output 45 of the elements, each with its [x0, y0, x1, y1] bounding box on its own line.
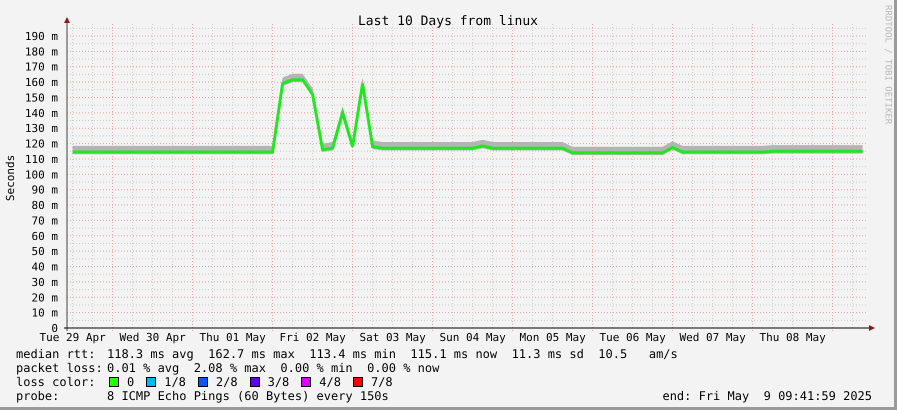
axis-title: Seconds [4, 154, 17, 202]
end-time: end: Fri May 9 09:41:59 2025 [662, 388, 872, 405]
legend-value: 7/8 [370, 374, 393, 391]
tick-label: 160 m [24, 76, 58, 90]
legend-value: 0 [127, 374, 134, 391]
tick-label: 20 m [32, 291, 58, 304]
tick-label: 40 m [32, 260, 58, 274]
tick-label: 140 m [24, 106, 58, 120]
legend-label: median rtt: [16, 346, 96, 362]
tick-label: Sat 03 May [359, 331, 426, 344]
tick-label: 10 m [32, 306, 58, 320]
legend-value: 3/8 [268, 374, 290, 390]
legend-value: 4/8 [319, 374, 341, 391]
tick-label: 130 m [24, 122, 58, 136]
legend-label: probe: [16, 388, 60, 405]
legend-value: 118.3 ms avg 162.7 ms max 113.4 ms min 115.1 ms now 11.3 ms sd 10.5 am/s [107, 346, 678, 362]
legend-label: packet loss: [16, 360, 104, 376]
tick-label: Thu 01 May [199, 331, 266, 344]
tick-label: Wed 30 Apr [119, 331, 186, 344]
tick-label: 190 m [24, 30, 58, 43]
tick-label: 180 m [24, 45, 58, 58]
tick-label: 120 m [24, 138, 58, 151]
legend-label: loss color: [16, 374, 96, 390]
tick-label: 90 m [32, 184, 58, 197]
tick-label: 80 m [32, 199, 58, 212]
tick-label: Mon 05 May [519, 331, 586, 344]
tick-label: Wed 07 May [679, 331, 746, 344]
tick-label: Fri 02 May [279, 331, 346, 344]
tick-label: 110 m [24, 152, 58, 166]
chart-title: Last 10 Days from linux [358, 14, 538, 29]
legend-value: 0.01 % avg 2.08 % max 0.00 % min 0.00 % now [107, 361, 440, 377]
tick-label: 60 m [32, 230, 58, 243]
tick-label: 70 m [32, 214, 58, 228]
tick-label: 100 m [24, 168, 58, 182]
tick-label: 50 m [32, 245, 58, 258]
tick-label: Tue 06 May [599, 331, 666, 344]
tick-label: 30 m [32, 276, 58, 289]
legend-value: 2/8 [216, 374, 238, 390]
tick-label: 150 m [24, 91, 58, 104]
tick-label: Thu 08 May [759, 331, 826, 344]
credit-text: RRDTOOL / TOBI OETIKER [882, 5, 892, 126]
legend-value: 1/8 [164, 375, 186, 390]
tick-label: 170 m [24, 60, 58, 74]
legend-value: 8 ICMP Echo Pings (60 Bytes) every 150s [107, 388, 389, 405]
tick-label: Sun 04 May [439, 331, 506, 344]
